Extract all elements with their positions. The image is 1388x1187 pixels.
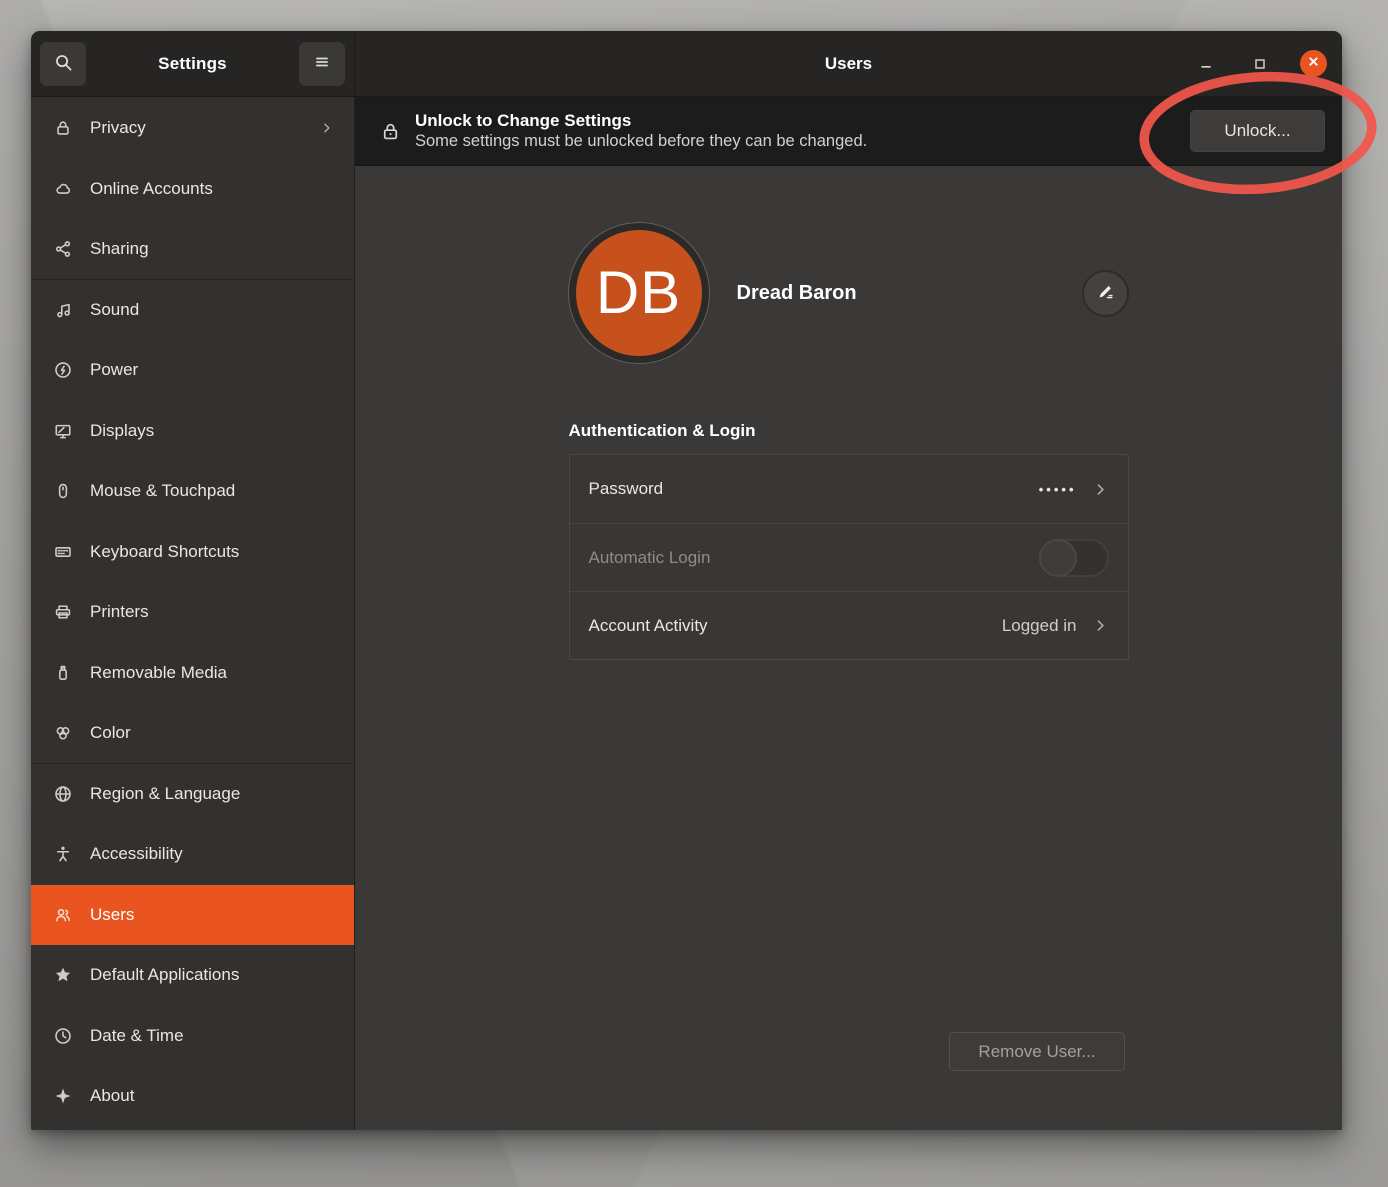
- chevron-right-icon: [320, 121, 334, 135]
- sidebar-item-label: Accessibility: [90, 844, 334, 864]
- star-icon: [54, 966, 72, 984]
- sidebar-item-printers[interactable]: Printers: [31, 582, 354, 643]
- account-activity-row[interactable]: Account Activity Logged in: [570, 591, 1128, 659]
- sidebar: Privacy Online Accounts Sharing Sound Power D…: [31, 97, 355, 1130]
- sidebar-item-label: Users: [90, 905, 334, 925]
- sidebar-item-label: Region & Language: [90, 784, 334, 804]
- auth-card: Password ••••• Automatic Login Account A…: [569, 454, 1129, 660]
- page-body: DB Dread Baron Authentication & Login Pa…: [355, 166, 1342, 1130]
- sidebar-item-removable-media[interactable]: Removable Media: [31, 643, 354, 704]
- lock-icon: [380, 121, 401, 142]
- edit-name-button[interactable]: [1082, 270, 1129, 317]
- sidebar-item-mouse-touchpad[interactable]: Mouse & Touchpad: [31, 461, 354, 522]
- color-icon: [54, 724, 72, 742]
- banner-title: Unlock to Change Settings: [415, 111, 867, 131]
- menu-button[interactable]: [299, 42, 345, 86]
- sidebar-item-label: Sharing: [90, 239, 334, 259]
- close-button[interactable]: [1300, 50, 1327, 77]
- banner-subtitle: Some settings must be unlocked before th…: [415, 132, 867, 151]
- keyboard-icon: [54, 543, 72, 561]
- globe-icon: [54, 785, 72, 803]
- sidebar-header: Settings: [31, 31, 355, 96]
- sidebar-item-label: Power: [90, 360, 334, 380]
- password-row[interactable]: Password •••••: [570, 455, 1128, 523]
- sidebar-item-label: Displays: [90, 421, 334, 441]
- sidebar-item-online-accounts[interactable]: Online Accounts: [31, 159, 354, 220]
- sidebar-item-color[interactable]: Color: [31, 703, 354, 764]
- automatic-login-toggle[interactable]: [1039, 539, 1109, 577]
- banner-text: Unlock to Change Settings Some settings …: [415, 111, 867, 151]
- sidebar-item-default-applications[interactable]: Default Applications: [31, 945, 354, 1006]
- search-button[interactable]: [40, 42, 86, 86]
- account-activity-status: Logged in: [1002, 616, 1077, 636]
- main-titlebar: Users: [355, 31, 1342, 96]
- sidebar-item-label: Mouse & Touchpad: [90, 481, 334, 501]
- sidebar-item-sharing[interactable]: Sharing: [31, 219, 354, 280]
- maximize-button[interactable]: [1246, 50, 1273, 77]
- password-masked-value: •••••: [1039, 482, 1077, 497]
- sidebar-item-sound[interactable]: Sound: [31, 280, 354, 341]
- printer-icon: [54, 603, 72, 621]
- avatar: DB: [569, 223, 709, 363]
- toggle-knob: [1039, 539, 1077, 577]
- sidebar-item-label: Privacy: [90, 118, 302, 138]
- music-note-icon: [54, 301, 72, 319]
- account-activity-label: Account Activity: [589, 616, 1002, 636]
- sidebar-item-keyboard-shortcuts[interactable]: Keyboard Shortcuts: [31, 522, 354, 583]
- hamburger-icon: [313, 53, 331, 74]
- chevron-right-icon: [1092, 481, 1109, 498]
- sidebar-item-label: Online Accounts: [90, 179, 334, 199]
- app-title: Settings: [158, 54, 227, 74]
- sidebar-item-label: Color: [90, 723, 334, 743]
- search-icon: [54, 53, 73, 75]
- settings-window: Settings Users: [31, 31, 1342, 1130]
- sidebar-item-label: Printers: [90, 602, 334, 622]
- sidebar-item-region-language[interactable]: Region & Language: [31, 764, 354, 825]
- users-panel: Unlock to Change Settings Some settings …: [355, 97, 1342, 1130]
- user-name: Dread Baron: [737, 282, 857, 305]
- automatic-login-label: Automatic Login: [589, 548, 1039, 568]
- close-icon: [1306, 54, 1321, 74]
- automatic-login-row: Automatic Login: [570, 523, 1128, 591]
- sidebar-item-privacy[interactable]: Privacy: [31, 98, 354, 159]
- sidebar-item-label: Default Applications: [90, 965, 334, 985]
- sidebar-item-label: Removable Media: [90, 663, 334, 683]
- usb-drive-icon: [54, 664, 72, 682]
- remove-user-button[interactable]: Remove User...: [949, 1032, 1125, 1071]
- sidebar-item-about[interactable]: About: [31, 1066, 354, 1127]
- sidebar-item-label: Sound: [90, 300, 334, 320]
- sidebar-item-users[interactable]: Users: [31, 885, 354, 946]
- unlock-banner: Unlock to Change Settings Some settings …: [355, 97, 1342, 166]
- sidebar-item-date-time[interactable]: Date & Time: [31, 1006, 354, 1067]
- sidebar-item-displays[interactable]: Displays: [31, 401, 354, 462]
- accessibility-icon: [54, 845, 72, 863]
- sidebar-item-power[interactable]: Power: [31, 340, 354, 401]
- password-label: Password: [589, 479, 1039, 499]
- power-icon: [54, 361, 72, 379]
- avatar-initials: DB: [596, 263, 681, 323]
- unlock-button[interactable]: Unlock...: [1190, 110, 1325, 152]
- mouse-icon: [54, 482, 72, 500]
- user-header: DB Dread Baron: [569, 223, 1129, 363]
- cloud-icon: [54, 180, 72, 198]
- sidebar-item-label: About: [90, 1086, 334, 1106]
- clock-icon: [54, 1027, 72, 1045]
- sidebar-item-label: Keyboard Shortcuts: [90, 542, 334, 562]
- share-icon: [54, 240, 72, 258]
- sparkle-icon: [54, 1087, 72, 1105]
- display-icon: [54, 422, 72, 440]
- minimize-button[interactable]: [1192, 50, 1219, 77]
- titlebar: Settings Users: [31, 31, 1342, 97]
- lock-icon: [54, 119, 72, 137]
- window-controls: [1192, 31, 1327, 96]
- pencil-icon: [1096, 282, 1115, 304]
- auth-section-title: Authentication & Login: [569, 421, 1129, 441]
- sidebar-item-accessibility[interactable]: Accessibility: [31, 824, 354, 885]
- page-title: Users: [825, 54, 872, 74]
- sidebar-item-label: Date & Time: [90, 1026, 334, 1046]
- users-icon: [54, 906, 72, 924]
- chevron-right-icon: [1092, 617, 1109, 634]
